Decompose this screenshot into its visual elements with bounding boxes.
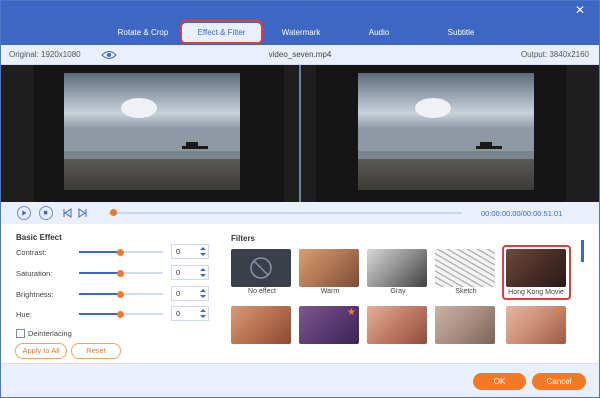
timeline-track[interactable] <box>109 212 462 214</box>
tab-subtitle[interactable]: Subtitle <box>433 23 489 43</box>
saturation-label: Saturation: <box>16 269 53 278</box>
filter-no-effect[interactable] <box>231 249 291 287</box>
hue-slider-fill <box>79 313 120 315</box>
play-icon <box>22 210 27 216</box>
filter-thumbnail[interactable]: ★ <box>299 306 359 344</box>
stepper-icon[interactable] <box>200 246 206 257</box>
tab-bar: Rotate & Crop Effect & Filter Watermark … <box>1 1 599 45</box>
star-icon: ★ <box>554 307 563 318</box>
contrast-slider[interactable] <box>79 248 163 256</box>
hue-label: Hue: <box>16 310 32 319</box>
stepper-icon[interactable] <box>200 288 206 299</box>
file-name: video_seven.mp4 <box>268 50 332 59</box>
contrast-value: 0 <box>176 247 181 256</box>
playback-bar: 00:00:00.00/00:00:51.01 <box>1 202 599 224</box>
settings-panel: Basic Effect Contrast: 0 Saturation: 0 B… <box>1 224 599 363</box>
filters-scrollbar[interactable] <box>581 240 584 262</box>
filter-label-gray: Gray <box>390 288 406 295</box>
timecode: 00:00:00.00/00:00:51.01 <box>481 209 563 218</box>
output-preview <box>316 65 566 202</box>
filter-thumbnail[interactable] <box>435 306 495 344</box>
brightness-value: 0 <box>176 289 181 298</box>
hue-input[interactable]: 0 <box>171 306 209 321</box>
output-resolution: Output: 3840x2160 <box>520 50 589 59</box>
filter-label-no-effect: No effect <box>248 288 276 295</box>
brightness-slider-thumb[interactable] <box>117 290 124 298</box>
filter-thumbnail[interactable]: ★ <box>506 306 566 344</box>
footer: OK Cancel <box>1 363 599 397</box>
reset-button[interactable]: Reset <box>71 343 121 359</box>
output-video-frame <box>358 73 534 190</box>
saturation-slider-thumb[interactable] <box>117 269 124 277</box>
contrast-slider-thumb[interactable] <box>117 248 124 256</box>
apply-to-all-button[interactable]: Apply to All <box>15 343 67 359</box>
brightness-slider[interactable] <box>79 290 163 298</box>
deinterlacing-checkbox[interactable] <box>16 329 25 338</box>
basic-effect-title: Basic Effect <box>16 233 62 242</box>
saturation-slider-fill <box>79 272 120 274</box>
contrast-label: Contrast: <box>16 248 47 257</box>
filter-label-hong-kong-movie: Hong Kong Movie <box>508 289 564 296</box>
timeline-playhead[interactable] <box>110 209 117 216</box>
saturation-value: 0 <box>176 268 181 277</box>
star-icon: ★ <box>347 307 356 318</box>
original-video-frame <box>64 73 240 190</box>
filter-warm[interactable] <box>299 249 359 287</box>
stop-icon <box>43 210 48 215</box>
original-preview <box>34 65 284 202</box>
contrast-input[interactable]: 0 <box>171 244 209 259</box>
no-effect-icon <box>250 257 272 279</box>
brightness-slider-fill <box>79 293 120 295</box>
previous-frame-icon[interactable] <box>61 207 73 219</box>
filters-title: Filters <box>231 234 256 243</box>
hue-value: 0 <box>176 309 181 318</box>
tab-rotate-crop[interactable]: Rotate & Crop <box>109 23 177 43</box>
ok-button[interactable]: OK <box>473 373 526 390</box>
brightness-label: Brightness: <box>16 290 54 299</box>
contrast-slider-fill <box>79 251 120 253</box>
saturation-input[interactable]: 0 <box>171 265 209 280</box>
deinterlacing-label: Deinterlacing <box>28 329 72 338</box>
hue-slider[interactable] <box>79 310 163 318</box>
close-icon[interactable]: ✕ <box>574 4 586 16</box>
tab-audio[interactable]: Audio <box>351 23 407 43</box>
filter-label-sketch: Sketch <box>455 288 477 295</box>
effect-filter-window: Rotate & Crop Effect & Filter Watermark … <box>0 0 600 398</box>
filter-thumbnail[interactable] <box>367 306 427 344</box>
saturation-slider[interactable] <box>79 269 163 277</box>
stop-button[interactable] <box>39 206 53 220</box>
filter-hong-kong-movie[interactable] <box>506 249 566 287</box>
preview-area <box>1 65 599 202</box>
info-bar: Original: 1920x1080 video_seven.mp4 Outp… <box>1 45 599 65</box>
preview-divider[interactable] <box>299 65 301 202</box>
filter-gray[interactable] <box>367 249 427 287</box>
hue-slider-thumb[interactable] <box>117 310 124 318</box>
filter-thumbnail[interactable] <box>231 306 291 344</box>
cancel-button[interactable]: Cancel <box>532 373 586 390</box>
next-frame-icon[interactable] <box>77 207 89 219</box>
tab-watermark[interactable]: Watermark <box>271 23 331 43</box>
play-button[interactable] <box>17 206 31 220</box>
filter-sketch[interactable] <box>435 249 495 287</box>
stepper-icon[interactable] <box>200 308 206 319</box>
filter-label-warm: Warm <box>320 288 340 295</box>
brightness-input[interactable]: 0 <box>171 286 209 301</box>
tab-effect-filter[interactable]: Effect & Filter <box>182 23 261 43</box>
stepper-icon[interactable] <box>200 267 206 278</box>
